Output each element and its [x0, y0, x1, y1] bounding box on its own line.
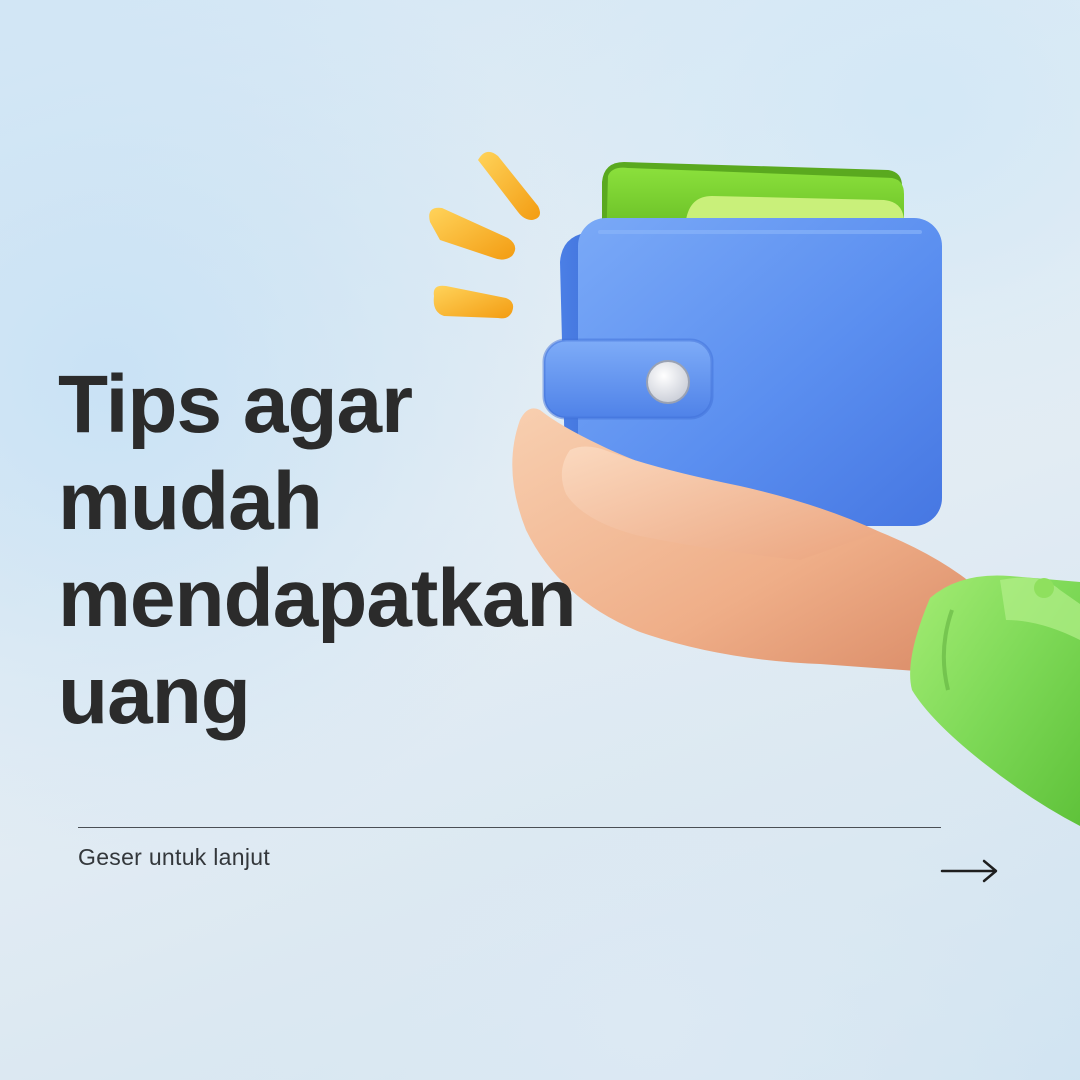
arrow-right-icon[interactable]	[940, 856, 1000, 886]
page-title: Tips agar mudah mendapatkan uang	[58, 356, 577, 744]
title-line-3: mendapatkan	[58, 553, 577, 644]
divider	[78, 827, 941, 828]
title-line-2: mudah	[58, 456, 323, 547]
sparkle-burst-icon	[429, 151, 540, 319]
swipe-hint-label: Geser untuk lanjut	[78, 844, 271, 870]
title-line-1: Tips agar	[58, 359, 413, 450]
slide: Tips agar mudah mendapatkan uang Geser u…	[0, 0, 1080, 1080]
title-line-4: uang	[58, 650, 251, 741]
